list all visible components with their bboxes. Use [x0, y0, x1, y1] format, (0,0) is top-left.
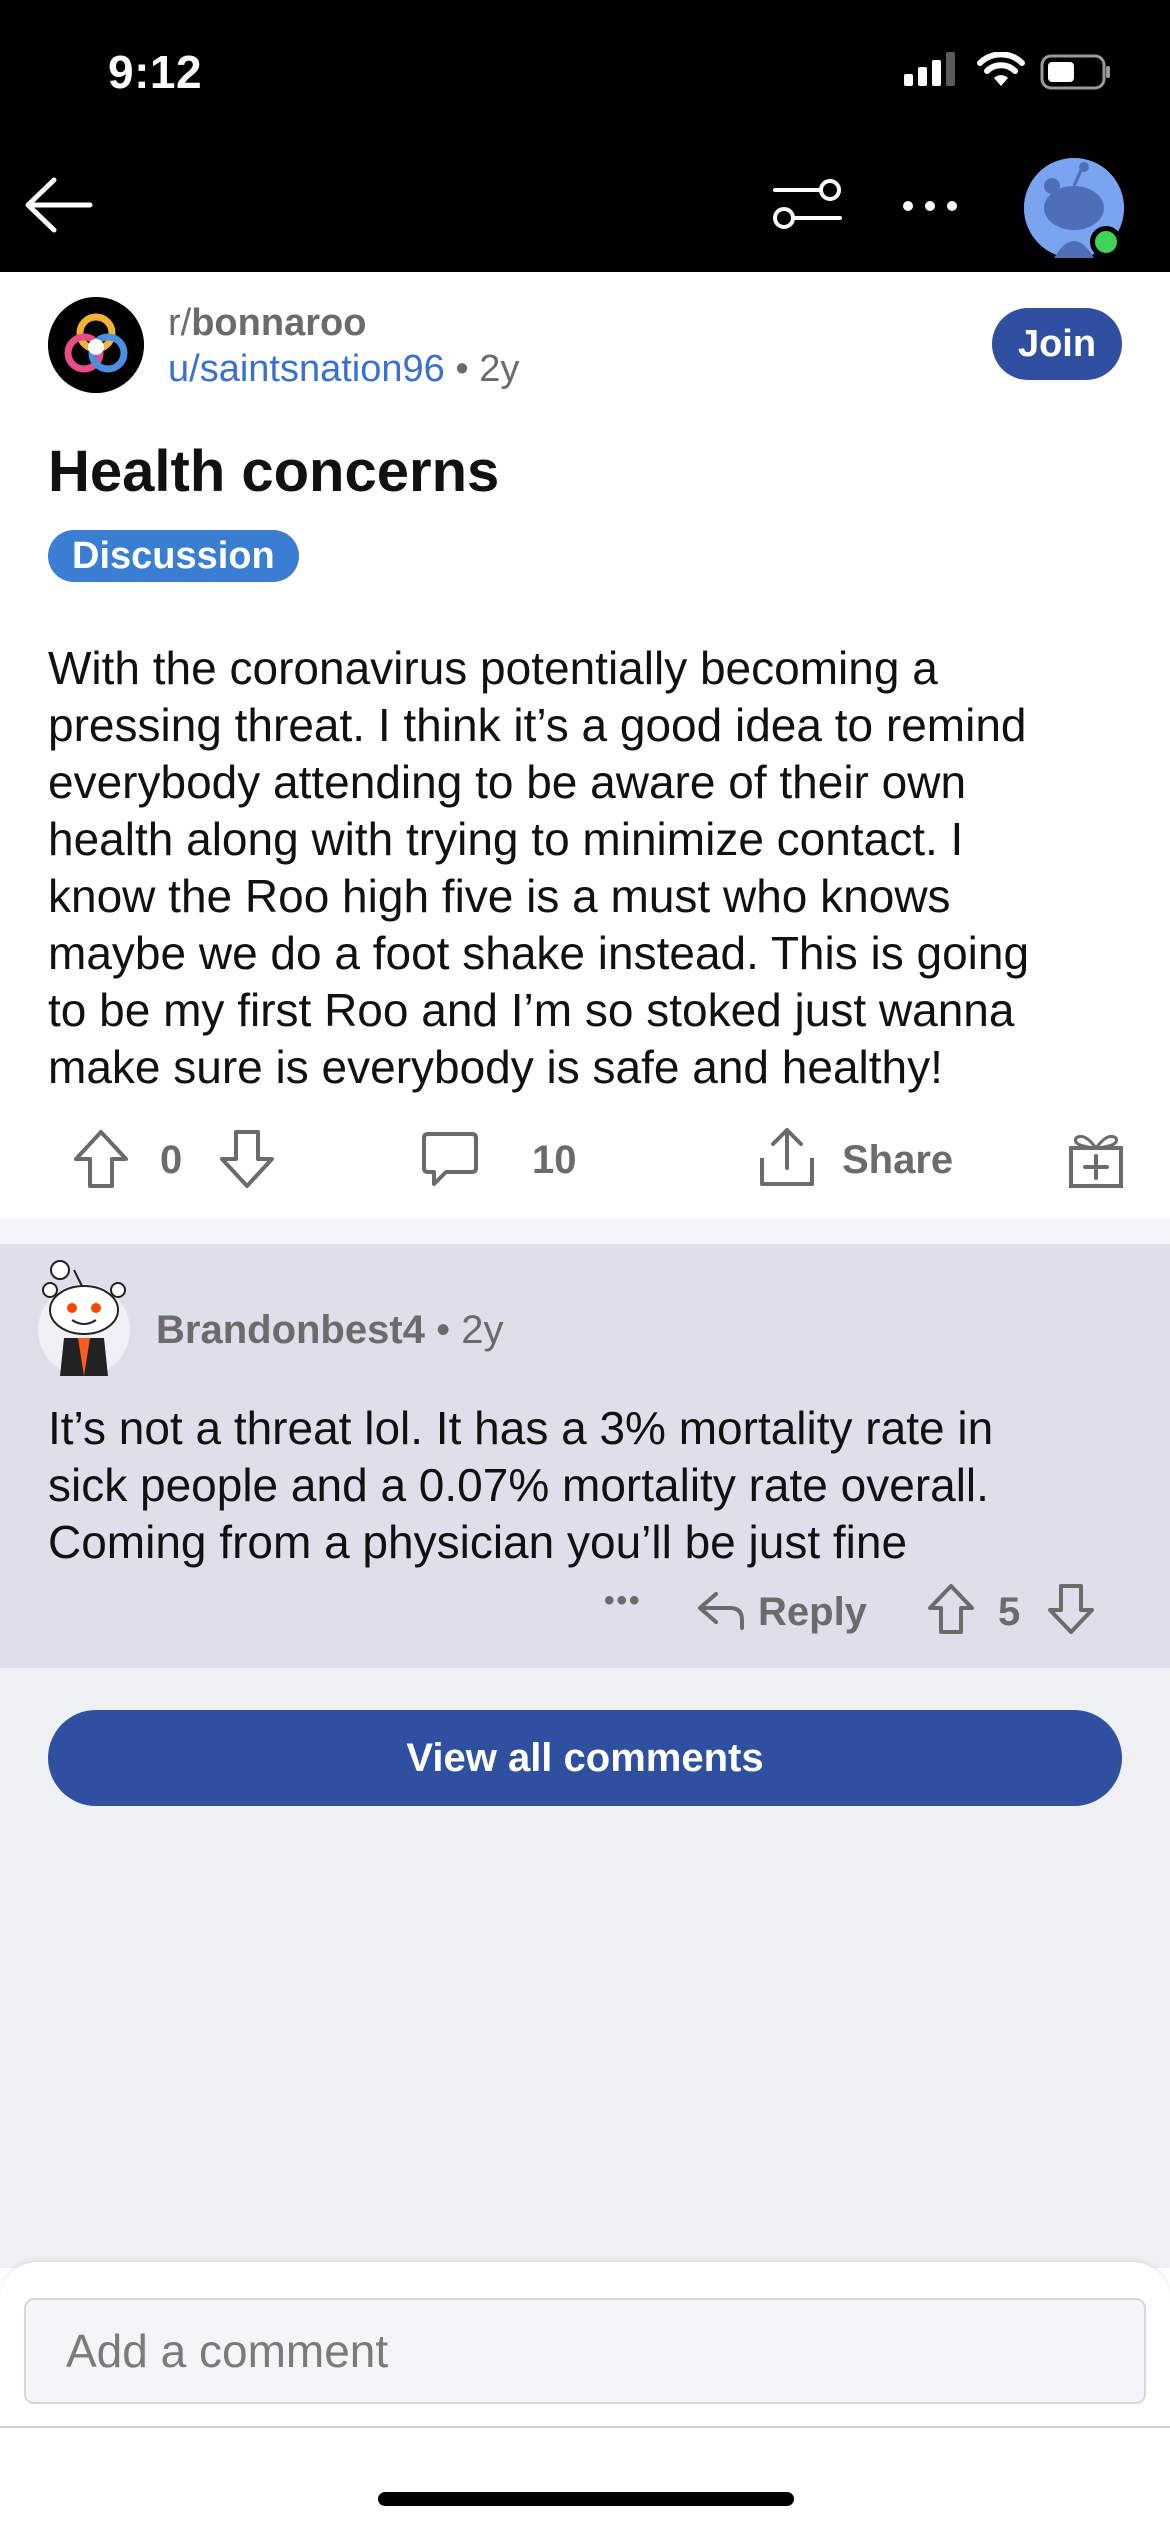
view-all-comments-button[interactable]: View all comments [48, 1710, 1122, 1806]
comment-action-bar: ••• Reply 5 [0, 1580, 1170, 1650]
comment-author[interactable]: Brandonbest4 [156, 1308, 425, 1352]
subreddit-prefix: r/ [168, 302, 192, 344]
subreddit-name[interactable]: r/bonnaroo [168, 302, 366, 345]
post-title: Health concerns [48, 439, 500, 504]
top-bar [0, 0, 1170, 272]
subreddit-icon[interactable] [48, 297, 144, 393]
comment-separator: • [436, 1308, 451, 1352]
comment-count[interactable]: 10 [532, 1138, 577, 1183]
upvote-icon[interactable] [70, 1128, 132, 1190]
comment-upvote-icon[interactable] [926, 1582, 976, 1636]
sort-sliders-icon[interactable] [770, 175, 845, 235]
post-meta: u/saintsnation96 • 2y [168, 348, 519, 391]
post-action-bar: 0 10 Share [0, 1120, 1170, 1200]
post-score: 0 [160, 1138, 183, 1182]
post-body: With the coronavirus potentially becomin… [48, 642, 1030, 1093]
wifi-icon [977, 52, 1025, 86]
commenter-avatar-icon[interactable] [34, 1258, 134, 1378]
comment-more-button[interactable]: ••• [604, 1584, 642, 1618]
comment-icon[interactable] [420, 1128, 480, 1190]
bonnaroo-logo-icon [48, 297, 144, 393]
signal-icon [904, 52, 955, 86]
online-status-dot [1090, 226, 1122, 258]
status-time: 9:12 [108, 46, 203, 98]
back-arrow-icon[interactable] [20, 170, 100, 240]
join-button[interactable]: Join [992, 308, 1122, 380]
subreddit-label: bonnaroo [191, 302, 367, 344]
section-divider [0, 1218, 1170, 1244]
composer-divider [0, 2426, 1170, 2428]
reply-arrow-icon[interactable] [696, 1588, 746, 1632]
share-label[interactable]: Share [842, 1138, 953, 1183]
comment-downvote-icon[interactable] [1046, 1582, 1096, 1636]
comment-score: 5 [998, 1590, 1021, 1634]
comment-age: 2y [461, 1308, 504, 1352]
post-flair[interactable]: Discussion [48, 530, 299, 582]
share-icon[interactable] [756, 1124, 818, 1190]
battery-icon [1040, 54, 1110, 90]
post-detail-screen: 9:12 r/bonnaroo u/saintsnation96 • 2y Jo… [0, 0, 1170, 2532]
more-horizontal-icon[interactable] [898, 186, 962, 226]
downvote-icon[interactable] [216, 1128, 278, 1190]
home-indicator [378, 2492, 794, 2506]
reply-button[interactable]: Reply [758, 1590, 867, 1635]
meta-separator: • [455, 348, 469, 390]
post-age: 2y [479, 348, 520, 390]
comment-body: It’s not a threat lol. It has a 3% morta… [48, 1402, 994, 1568]
add-comment-input[interactable] [24, 2298, 1146, 2404]
post-author-link[interactable]: u/saintsnation96 [168, 348, 445, 390]
comment-author-meta: Brandonbest4 • 2y [156, 1308, 503, 1353]
gift-award-icon[interactable] [1066, 1128, 1126, 1190]
